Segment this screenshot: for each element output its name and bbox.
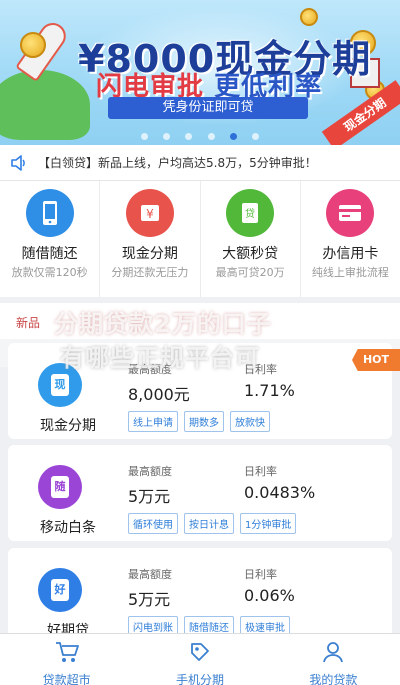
product-logo-char: 现 bbox=[51, 374, 69, 396]
quick-link-title: 随借随还 bbox=[21, 246, 78, 262]
rate-label: 日利率 bbox=[244, 568, 277, 581]
product-logo-icon: 随 bbox=[38, 465, 82, 509]
watermark-line-1: 分期贷款2万的口子 bbox=[54, 310, 272, 338]
amount-value: 5万元 bbox=[128, 590, 171, 609]
quick-link-grid: 随借随还 放款仅需120秒 ¥ 现金分期 分期还款无压力 贷 大额秒贷 最高可贷… bbox=[0, 181, 400, 297]
svg-text:¥: ¥ bbox=[146, 207, 154, 221]
amount-value: 5万元 bbox=[128, 487, 171, 506]
tab-my-loans[interactable]: 我的贷款 bbox=[267, 634, 400, 685]
bottom-nav: 贷款超市 手机分期 我的贷款 bbox=[0, 633, 400, 685]
loan-doc-icon: 贷 bbox=[226, 189, 275, 237]
quick-link-sub: 分期还款无压力 bbox=[111, 266, 189, 279]
carousel-dot[interactable] bbox=[185, 133, 193, 140]
watermark-line-2: 有哪些正规平台可 bbox=[60, 344, 260, 372]
product-tags: 线上申请 期数多 放款快 bbox=[128, 411, 270, 432]
banner-ribbon: 凭身份证即可贷 bbox=[108, 97, 308, 119]
notice-bar[interactable]: 【白领贷】新品上线，户均高达5.8万，5分钟审批！ bbox=[0, 145, 400, 181]
product-tag: 循环使用 bbox=[128, 513, 178, 534]
carousel-dot[interactable] bbox=[251, 133, 259, 140]
svg-text:贷: 贷 bbox=[245, 207, 255, 220]
amount-label: 最高额度 bbox=[128, 568, 172, 581]
quick-link-sub: 放款仅需120秒 bbox=[11, 266, 88, 279]
amount-value: 8,000元 bbox=[128, 385, 190, 404]
tag-icon bbox=[188, 640, 212, 668]
tab-label: 贷款超市 bbox=[42, 673, 91, 685]
rate-value: 0.0483% bbox=[244, 483, 316, 502]
quick-link-sub: 纯线上审批流程 bbox=[311, 266, 389, 279]
section-label: 新品 bbox=[16, 316, 41, 330]
rate-value: 0.06% bbox=[244, 586, 295, 605]
user-icon bbox=[321, 640, 345, 668]
quick-link-credit-card[interactable]: 办信用卡 纯线上审批流程 bbox=[301, 181, 400, 297]
product-logo-char: 好 bbox=[51, 579, 69, 601]
carousel-dots bbox=[0, 125, 400, 144]
rate-label: 日利率 bbox=[244, 465, 277, 478]
quick-link-title: 大额秒贷 bbox=[222, 246, 279, 262]
tab-loan-market[interactable]: 贷款超市 bbox=[0, 634, 133, 685]
quick-link-sub: 最高可贷20万 bbox=[215, 266, 285, 279]
product-card[interactable]: 随 移动白条 最高额度 5万元 日利率 0.0483% 循环使用 按日计息 1分… bbox=[8, 445, 392, 541]
carousel-dot-active[interactable] bbox=[229, 133, 237, 140]
quick-link-title: 现金分期 bbox=[121, 246, 178, 262]
tab-phone-installment[interactable]: 手机分期 bbox=[133, 634, 266, 685]
tab-label: 我的贷款 bbox=[309, 673, 358, 685]
product-card[interactable]: 好 好期贷 最高额度 5万元 日利率 0.06% 闪电到账 随借随还 极速审批 bbox=[8, 548, 392, 639]
product-tag: 线上申请 bbox=[128, 411, 178, 432]
product-tag: 1分钟审批 bbox=[240, 513, 297, 534]
tab-label: 手机分期 bbox=[175, 673, 224, 685]
speaker-icon bbox=[10, 154, 28, 172]
promo-banner[interactable]: ¥8000现金分期 闪电审批 更低利率 凭身份证即可贷 现金分期 bbox=[0, 0, 400, 145]
product-name: 现金分期 bbox=[40, 418, 96, 434]
coin-icon bbox=[20, 32, 46, 58]
coin-icon bbox=[300, 8, 318, 26]
carousel-dot[interactable] bbox=[207, 133, 215, 140]
product-tag: 放款快 bbox=[230, 411, 270, 432]
amount-label: 最高额度 bbox=[128, 465, 172, 478]
product-tag: 期数多 bbox=[184, 411, 224, 432]
product-tags: 循环使用 按日计息 1分钟审批 bbox=[128, 513, 297, 534]
carousel-dot[interactable] bbox=[141, 133, 149, 140]
product-name: 移动白条 bbox=[40, 520, 96, 536]
cart-icon bbox=[54, 640, 80, 668]
carousel-dot[interactable] bbox=[163, 133, 171, 140]
notice-text: 【白领贷】新品上线，户均高达5.8万，5分钟审批！ bbox=[38, 156, 317, 170]
yen-card-icon: ¥ bbox=[125, 189, 174, 237]
product-logo-char: 随 bbox=[51, 476, 69, 498]
quick-link-large-loan[interactable]: 贷 大额秒贷 最高可贷20万 bbox=[201, 181, 301, 297]
product-logo-icon: 好 bbox=[38, 568, 82, 612]
credit-card-icon bbox=[326, 189, 375, 237]
quick-link-title: 办信用卡 bbox=[322, 246, 379, 262]
quick-link-cash-installment[interactable]: ¥ 现金分期 分期还款无压力 bbox=[100, 181, 201, 297]
rate-value: 1.71% bbox=[244, 381, 295, 400]
quick-link-borrow-anytime[interactable]: 随借随还 放款仅需120秒 bbox=[0, 181, 101, 297]
product-tag: 按日计息 bbox=[184, 513, 234, 534]
phone-icon bbox=[25, 189, 74, 237]
hot-badge: HOT bbox=[352, 349, 400, 371]
